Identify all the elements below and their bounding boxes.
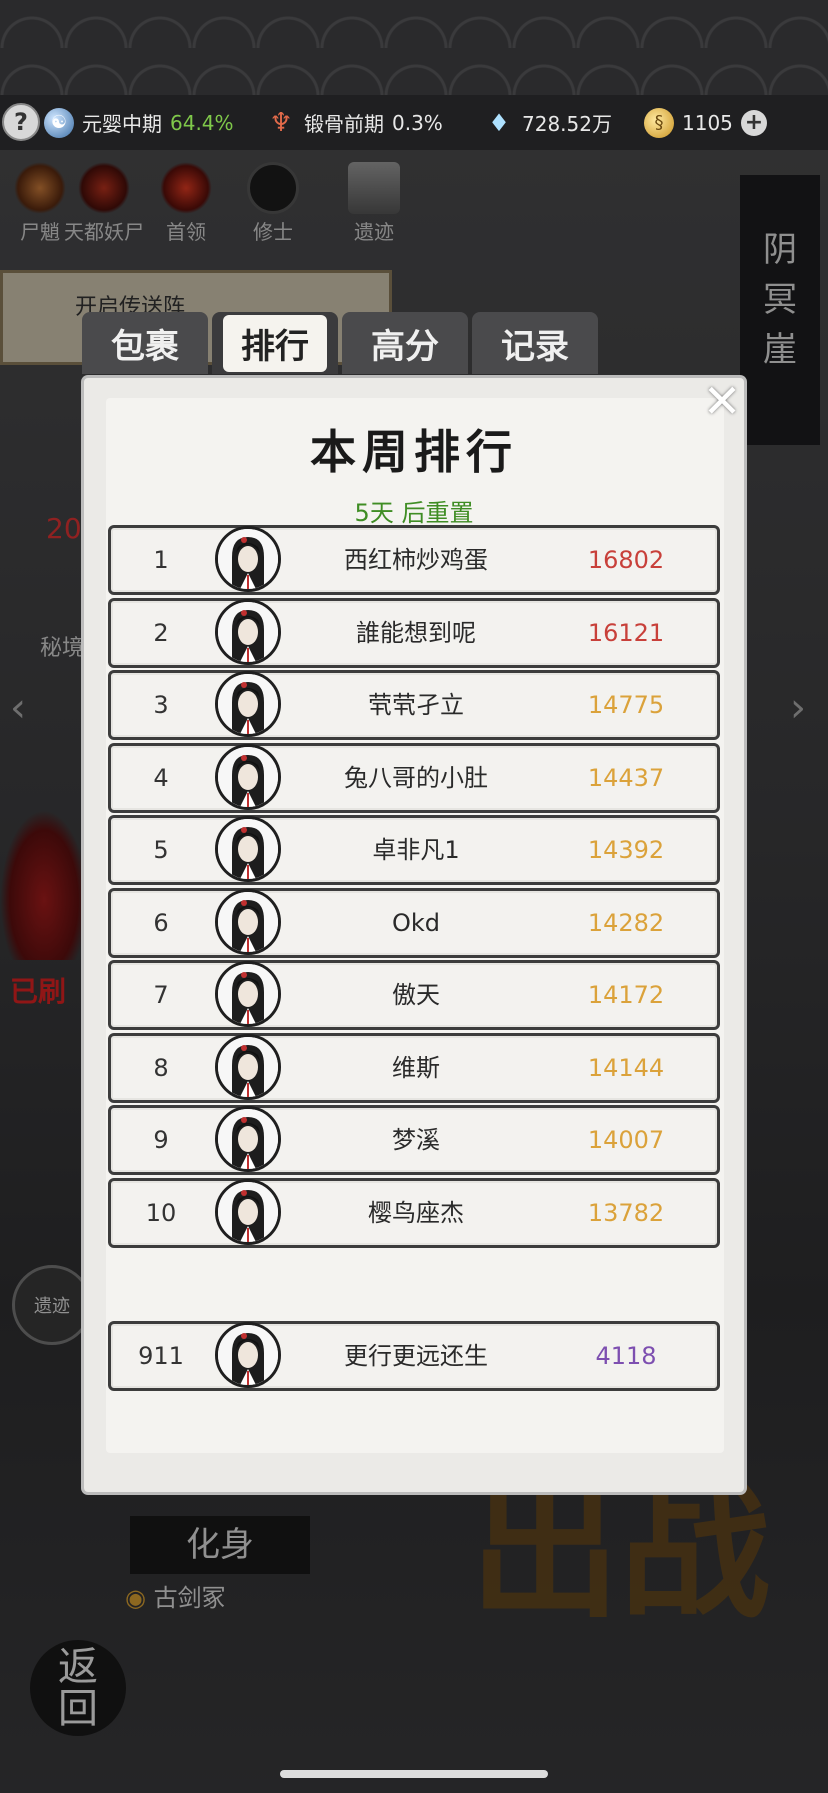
rank-number: 2 bbox=[153, 618, 169, 647]
player-name: 更行更远还生 bbox=[344, 1342, 488, 1370]
leaderboard-row[interactable]: 7 傲天 14172 bbox=[108, 960, 720, 1030]
player-name: 誰能想到呢 bbox=[356, 618, 476, 647]
leaderboard-row[interactable]: 10 樱鸟座杰 13782 bbox=[108, 1177, 720, 1248]
rank-number: 6 bbox=[153, 908, 169, 937]
taiji-icon: ☯ bbox=[44, 107, 74, 138]
home-indicator bbox=[280, 1770, 548, 1778]
rank-number: 3 bbox=[153, 691, 169, 719]
bone-label: 锻骨前期 bbox=[304, 112, 384, 136]
player-score: 14437 bbox=[587, 763, 665, 792]
player-score: 16121 bbox=[587, 618, 665, 647]
coin-value: 1105 bbox=[682, 110, 733, 135]
player-name: 兔八哥的小肚 bbox=[344, 763, 488, 792]
tab-records[interactable]: 记录 bbox=[472, 312, 598, 374]
player-name: 茕茕孑立 bbox=[368, 691, 464, 719]
player-score: 14144 bbox=[587, 1053, 665, 1082]
reset-timer: 5天 后重置 bbox=[354, 499, 474, 527]
player-name: 樱鸟座杰 bbox=[368, 1198, 464, 1227]
tab-bag[interactable]: 包裹 bbox=[82, 312, 208, 374]
player-score: 4118 bbox=[595, 1342, 657, 1370]
player-score: 14282 bbox=[587, 908, 665, 937]
tab-records-label: 记录 bbox=[501, 326, 569, 367]
player-avatar-icon[interactable] bbox=[215, 743, 281, 810]
player-score: 14172 bbox=[587, 981, 665, 1009]
help-icon[interactable]: ? bbox=[2, 103, 40, 141]
leaderboard-row[interactable]: 2 誰能想到呢 16121 bbox=[108, 597, 720, 668]
rank-number: 1 bbox=[153, 546, 169, 574]
tab-highscore-label: 高分 bbox=[371, 326, 439, 367]
realm-percent: 64.4% bbox=[170, 110, 234, 135]
coin-icon: § bbox=[644, 107, 674, 138]
player-avatar-icon[interactable] bbox=[215, 961, 281, 1027]
player-name: 卓非凡1 bbox=[372, 836, 460, 864]
realm-label: 元婴中期 bbox=[82, 112, 162, 136]
add-coin-icon[interactable]: + bbox=[740, 109, 767, 136]
player-name: 傲天 bbox=[392, 981, 440, 1009]
player-avatar-icon[interactable] bbox=[215, 888, 281, 955]
player-avatar-icon[interactable] bbox=[215, 1322, 281, 1388]
tab-highscore[interactable]: 高分 bbox=[342, 312, 468, 374]
realm-stat: ☯ 元婴中期 64.4% bbox=[44, 95, 234, 150]
leaderboard-row[interactable]: 5 卓非凡1 14392 bbox=[108, 815, 720, 885]
leaderboard-row[interactable]: 6 Okd 14282 bbox=[108, 887, 720, 958]
player-name: 维斯 bbox=[392, 1053, 440, 1082]
bone-icon: ♆ bbox=[269, 107, 293, 138]
player-score: 14392 bbox=[587, 836, 665, 864]
top-pattern-background bbox=[0, 0, 828, 95]
player-avatar-icon[interactable] bbox=[215, 1106, 281, 1172]
player-name: 梦溪 bbox=[392, 1126, 440, 1154]
player-avatar-icon[interactable] bbox=[215, 526, 281, 592]
leaderboard-row[interactable]: 8 维斯 14144 bbox=[108, 1032, 720, 1103]
my-rank-row: 911 更行更远还生 4118 bbox=[108, 1321, 720, 1391]
player-name: 西红柿炒鸡蛋 bbox=[344, 546, 488, 574]
rank-number: 5 bbox=[153, 836, 169, 864]
tab-bag-label: 包裹 bbox=[111, 326, 179, 367]
resource-bar: ? ☯ 元婴中期 64.4% ♆ 锻骨前期 0.3% ♦ 728.52万 § 1… bbox=[0, 95, 828, 150]
player-avatar-icon[interactable] bbox=[215, 816, 281, 882]
player-avatar-icon[interactable] bbox=[215, 1178, 281, 1245]
rank-number: 911 bbox=[138, 1342, 184, 1370]
player-score: 14775 bbox=[587, 691, 665, 719]
leaderboard-row[interactable]: 1 西红柿炒鸡蛋 16802 bbox=[108, 525, 720, 595]
leaderboard-row[interactable]: 3 茕茕孑立 14775 bbox=[108, 670, 720, 740]
panel-title: 本周排行 bbox=[310, 425, 518, 479]
bone-percent: 0.3% bbox=[392, 110, 443, 135]
player-score: 13782 bbox=[587, 1198, 665, 1227]
leaderboard-list[interactable]: 1 西红柿炒鸡蛋 16802 2 誰能想到呢 16121 3 茕茕孑立 14775 4 兔八哥的小肚… bbox=[106, 525, 722, 1303]
crystal-icon: ♦ bbox=[488, 108, 510, 137]
player-avatar-icon[interactable] bbox=[215, 671, 281, 737]
tab-ranking[interactable]: 排行 bbox=[212, 312, 338, 374]
player-name: Okd bbox=[391, 908, 441, 937]
panel-tabs: 包裹 排行 高分 记录 bbox=[82, 312, 607, 374]
spirit-stone-value: 728.52万 bbox=[522, 112, 612, 136]
leaderboard-row[interactable]: 4 兔八哥的小肚 14437 bbox=[108, 742, 720, 813]
rank-number: 4 bbox=[153, 763, 169, 792]
coin-stat: § 1105 + bbox=[644, 95, 767, 150]
player-avatar-icon[interactable] bbox=[215, 1033, 281, 1100]
rank-number: 7 bbox=[153, 981, 169, 1009]
player-score: 16802 bbox=[587, 546, 665, 574]
rank-number: 10 bbox=[145, 1198, 177, 1227]
player-score: 14007 bbox=[587, 1126, 665, 1154]
rank-number: 8 bbox=[153, 1053, 169, 1082]
player-avatar-icon[interactable] bbox=[215, 598, 281, 665]
rank-number: 9 bbox=[153, 1126, 169, 1154]
bone-stat: ♆ 锻骨前期 0.3% bbox=[266, 95, 443, 150]
leaderboard-row[interactable]: 9 梦溪 14007 bbox=[108, 1105, 720, 1175]
spirit-stone-stat: ♦ 728.52万 bbox=[484, 95, 612, 150]
tab-ranking-label: 排行 bbox=[223, 314, 327, 372]
